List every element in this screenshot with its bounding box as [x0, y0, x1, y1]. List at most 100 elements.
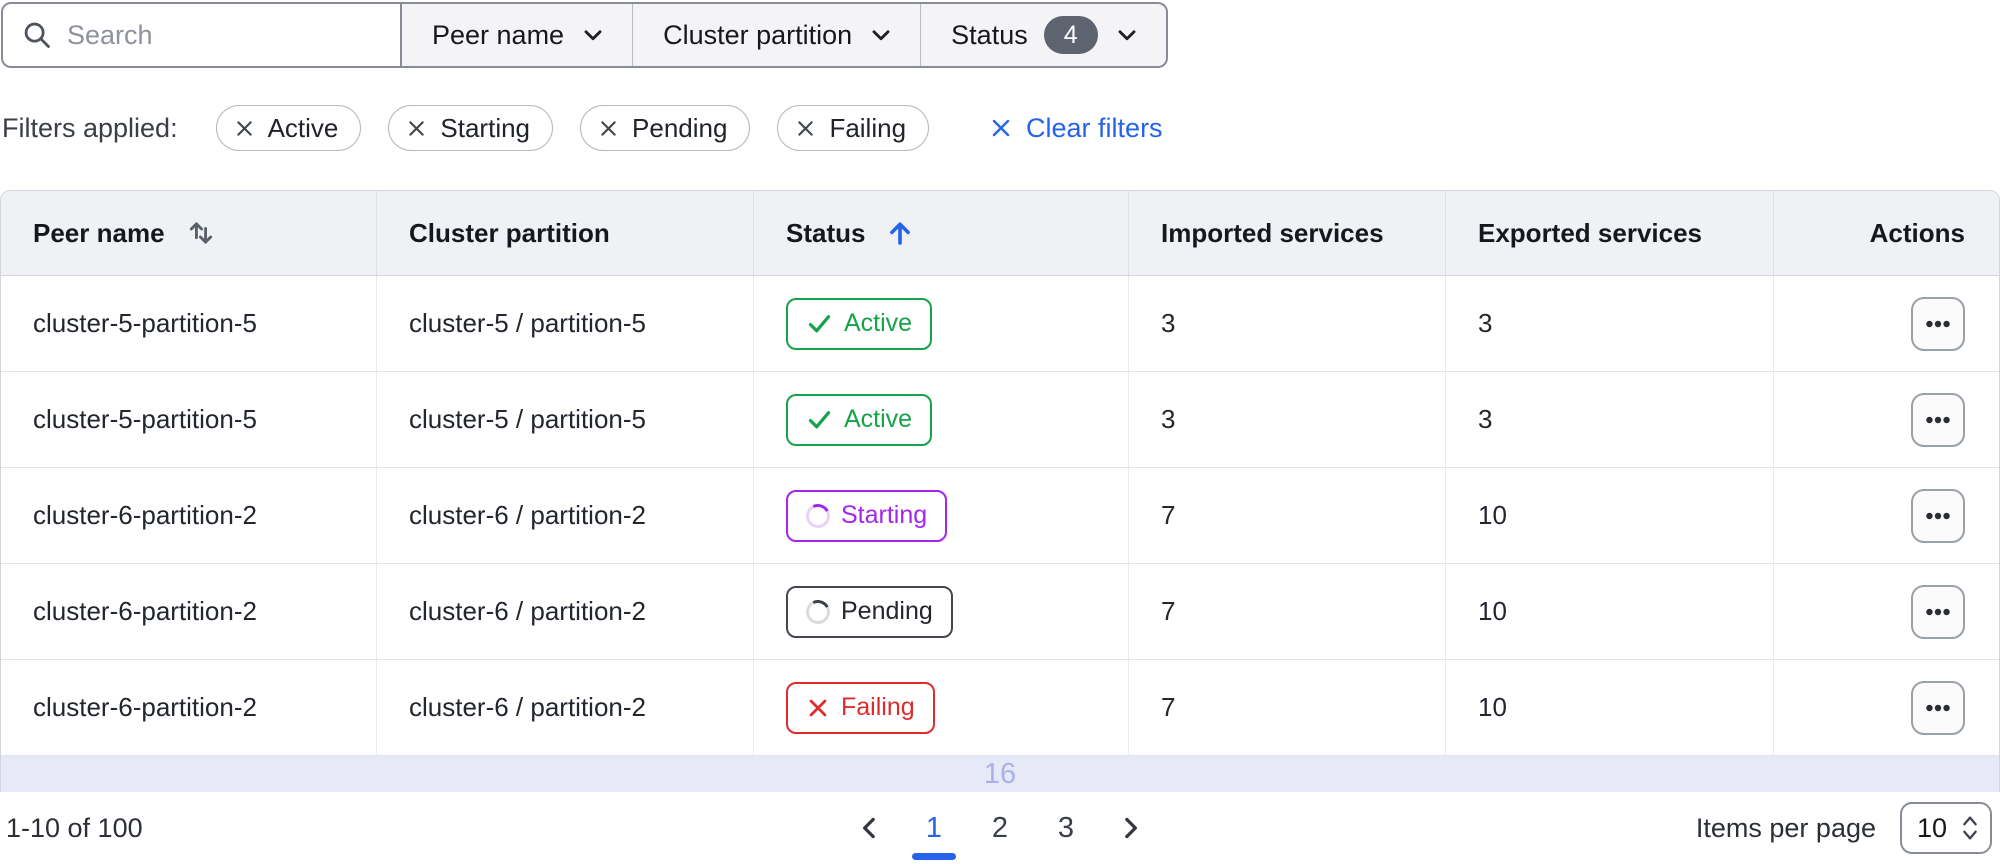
row-actions-button[interactable]	[1911, 488, 1965, 543]
filter-chip-label: Starting	[440, 112, 531, 143]
x-icon	[809, 699, 827, 716]
status-badge-label: Pending	[841, 597, 933, 625]
exported-services-cell: 10	[1445, 468, 1773, 563]
column-header-imported-services[interactable]: Imported services	[1128, 191, 1445, 275]
column-label: Peer name	[33, 217, 165, 248]
imported-services-cell: 7	[1128, 468, 1445, 563]
cluster-partition-filter-dropdown[interactable]: Cluster partition	[632, 4, 920, 66]
status-badge: Active	[786, 297, 933, 350]
chevron-down-icon	[584, 30, 602, 41]
exported-services-cell: 3	[1445, 372, 1773, 467]
filter-chip-pending[interactable]: Pending	[580, 105, 751, 151]
check-icon	[808, 315, 831, 333]
column-header-cluster-partition[interactable]: Cluster partition	[376, 191, 753, 275]
sort-both-icon[interactable]	[185, 217, 217, 249]
actions-cell	[1773, 276, 1999, 371]
cluster-partition-cell: cluster-5 / partition-5	[376, 276, 753, 371]
peer-name-cell: cluster-6-partition-2	[33, 692, 257, 722]
spinner-icon	[802, 500, 834, 531]
imported-services-cell: 7	[1128, 564, 1445, 659]
status-cell: Failing	[753, 660, 1128, 755]
row-actions-button[interactable]	[1911, 680, 1965, 735]
chevron-right-icon	[1125, 817, 1137, 839]
page-button-2[interactable]: 2	[978, 792, 1022, 864]
status-filter-label: Status	[951, 19, 1028, 50]
cluster-partition-cell: cluster-5 / partition-5	[376, 372, 753, 467]
status-badge: Failing	[786, 681, 935, 734]
chevron-down-icon	[872, 30, 890, 41]
status-badge-label: Starting	[841, 501, 928, 529]
chevron-left-icon	[863, 817, 875, 839]
peers-table: Peer name Cluster partition Status Impor…	[0, 190, 2000, 792]
search-box[interactable]	[1, 2, 402, 68]
table-row: cluster-6-partition-2 cluster-6 / partit…	[1, 564, 1999, 660]
status-badge-label: Failing	[841, 693, 915, 721]
column-label: Status	[786, 217, 866, 248]
filter-chip-label: Failing	[829, 112, 907, 143]
column-header-peer-name[interactable]: Peer name	[1, 191, 376, 275]
ellipsis-icon	[1926, 608, 1950, 615]
items-per-page-value: 10	[1917, 812, 1948, 843]
cluster-partition-cell: cluster-6 / partition-2	[376, 468, 753, 563]
close-icon	[992, 119, 1010, 137]
row-actions-button[interactable]	[1911, 584, 1965, 639]
peer-name-filter-label: Peer name	[432, 19, 565, 50]
search-input[interactable]	[67, 19, 386, 51]
sort-ascending-icon[interactable]	[885, 218, 915, 248]
check-icon	[808, 411, 831, 429]
close-icon[interactable]	[795, 118, 816, 139]
status-cell: Active	[753, 276, 1128, 371]
spinner-icon	[802, 596, 834, 627]
close-icon[interactable]	[406, 118, 427, 139]
column-header-status[interactable]: Status	[753, 191, 1128, 275]
column-label: Actions	[1869, 217, 1965, 248]
next-page-button[interactable]	[1110, 792, 1150, 864]
pagination-range-label: 1-10 of 100	[6, 812, 143, 843]
column-label: Cluster partition	[409, 217, 610, 248]
filters-applied-label: Filters applied:	[2, 112, 178, 143]
clear-filters-link[interactable]: Clear filters	[989, 113, 1163, 144]
filter-chip-label: Pending	[632, 112, 728, 143]
status-badge-label: Active	[844, 309, 913, 337]
row-actions-button[interactable]	[1911, 392, 1965, 447]
actions-cell	[1773, 564, 1999, 659]
partially-visible-row: 16	[1, 756, 1999, 792]
status-badge-label: Active	[844, 405, 913, 433]
previous-page-button[interactable]	[850, 792, 890, 864]
pager: 1 2 3	[850, 792, 1150, 864]
peer-name-cell: cluster-6-partition-2	[33, 596, 257, 626]
close-icon[interactable]	[598, 118, 619, 139]
column-header-exported-services[interactable]: Exported services	[1445, 191, 1773, 275]
actions-cell	[1773, 660, 1999, 755]
filters-applied-row: Filters applied: Active Starting Pending…	[2, 105, 2000, 151]
peer-name-filter-dropdown[interactable]: Peer name	[402, 4, 632, 66]
stepper-updown-icon[interactable]	[1960, 812, 1980, 844]
items-per-page-select[interactable]: 10	[1900, 802, 1992, 854]
status-badge: Pending	[786, 585, 953, 638]
cluster-partition-filter-label: Cluster partition	[663, 19, 853, 50]
row-actions-button[interactable]	[1911, 296, 1965, 351]
filter-chip-starting[interactable]: Starting	[388, 105, 554, 151]
status-filter-dropdown[interactable]: Status 4	[920, 4, 1166, 66]
table-row: cluster-6-partition-2 cluster-6 / partit…	[1, 660, 1999, 756]
page-button-3[interactable]: 3	[1044, 792, 1088, 864]
table-row: cluster-6-partition-2 cluster-6 / partit…	[1, 468, 1999, 564]
exported-services-cell: 10	[1445, 564, 1773, 659]
ellipsis-icon	[1926, 320, 1950, 327]
items-per-page-label: Items per page	[1695, 812, 1876, 843]
search-icon	[24, 22, 50, 48]
filter-chip-failing[interactable]: Failing	[777, 105, 930, 151]
cluster-partition-cell: cluster-6 / partition-2	[376, 564, 753, 659]
status-cell: Active	[753, 372, 1128, 467]
actions-cell	[1773, 468, 1999, 563]
status-badge: Starting	[786, 489, 948, 542]
peer-name-cell: cluster-5-partition-5	[33, 404, 257, 434]
close-icon[interactable]	[234, 118, 255, 139]
exported-services-cell: 10	[1445, 660, 1773, 755]
page-button-1[interactable]: 1	[912, 792, 956, 864]
column-header-actions: Actions	[1773, 191, 1999, 275]
ellipsis-icon	[1926, 416, 1950, 423]
table-row: cluster-5-partition-5 cluster-5 / partit…	[1, 372, 1999, 468]
ellipsis-icon	[1926, 704, 1950, 711]
filter-chip-active[interactable]: Active	[215, 105, 362, 151]
